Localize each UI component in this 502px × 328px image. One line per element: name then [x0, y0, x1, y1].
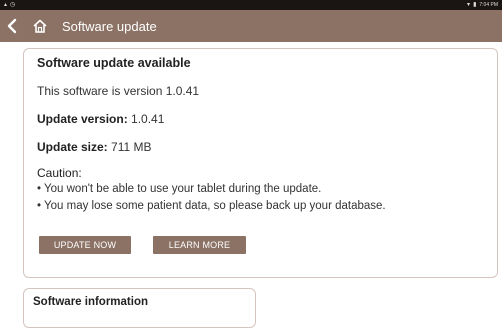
status-bar-left: ▴ ◷: [4, 2, 15, 8]
chevron-left-icon: [7, 18, 17, 34]
update-size-value: 711 MB: [111, 140, 152, 154]
caution-item: • You may lose some patient data, so ple…: [37, 200, 386, 212]
caution-item: • You won't be able to use your tablet d…: [37, 183, 322, 195]
update-size-label: Update size:: [37, 140, 108, 154]
software-update-card: Software update available This software …: [23, 48, 498, 278]
status-bar-right: ▾ ▮ 7:04 PM: [467, 2, 498, 8]
software-information-title: Software information: [33, 296, 149, 308]
caution-title: Caution:: [37, 166, 82, 180]
update-size-row: Update size: 711 MB: [37, 140, 152, 154]
status-bar: ▴ ◷ ▾ ▮ 7:04 PM: [0, 0, 502, 10]
back-button[interactable]: [0, 10, 24, 42]
wifi-icon: ▾: [467, 2, 471, 8]
update-version-row: Update version: 1.0.41: [37, 112, 164, 126]
software-information-card[interactable]: Software information: [23, 288, 256, 328]
status-time: 7:04 PM: [479, 2, 498, 8]
page-title: Software update: [62, 18, 157, 34]
home-icon: [33, 19, 47, 33]
update-version-label: Update version:: [37, 112, 128, 126]
home-button[interactable]: [28, 10, 52, 42]
battery-icon: ▮: [473, 2, 477, 8]
current-version-text: This software is version 1.0.41: [37, 84, 200, 98]
update-version-value: 1.0.41: [131, 112, 165, 126]
sync-icon: ◷: [10, 2, 16, 8]
update-card-title: Software update available: [37, 56, 191, 70]
app-bar: Software update: [0, 10, 502, 42]
android-debug-icon: ▴: [4, 2, 8, 8]
learn-more-button[interactable]: LEARN MORE: [153, 236, 246, 254]
update-now-button[interactable]: UPDATE NOW: [39, 236, 131, 254]
